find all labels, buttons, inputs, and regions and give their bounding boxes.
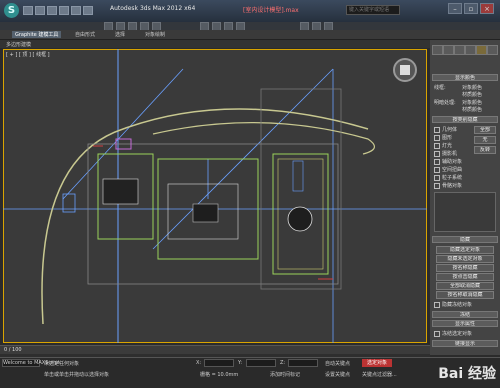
- viewport-drawing: [3, 49, 427, 343]
- main-toolbar: [0, 22, 500, 30]
- z-coordinate-field[interactable]: [288, 359, 318, 367]
- save-file-icon[interactable]: [47, 6, 57, 15]
- auto-key-selected[interactable]: 选定对象: [362, 359, 392, 367]
- frame-counter[interactable]: 0 / 100: [4, 347, 22, 353]
- wireframe-material-color[interactable]: 材质颜色: [462, 91, 482, 98]
- status-hint: 单击或单击并拖动以选择对象: [44, 372, 110, 378]
- rollout-display-color[interactable]: 显示颜色: [432, 74, 498, 81]
- search-input[interactable]: [346, 5, 400, 15]
- category-helpers[interactable]: 辅助对象: [434, 158, 462, 165]
- key-filters-button[interactable]: 关键点过滤器...: [362, 371, 397, 378]
- auto-key-label: 自动关键点: [325, 361, 351, 367]
- display-prop-option[interactable]: 冻结选定对象: [434, 330, 472, 337]
- redo-icon[interactable]: [71, 6, 81, 15]
- view-cube-icon[interactable]: [393, 58, 417, 82]
- hide-selected-button[interactable]: 隐藏选定对象: [436, 246, 494, 254]
- modify-icon[interactable]: [443, 45, 454, 55]
- tab-selection[interactable]: 选择: [115, 31, 125, 38]
- undo-icon[interactable]: [59, 6, 69, 15]
- view-cube-face[interactable]: [400, 65, 410, 75]
- rollout-hide-by-category[interactable]: 按类别隐藏: [432, 116, 498, 123]
- app-title: Autodesk 3ds Max 2012 x64: [110, 5, 196, 12]
- sofa: [102, 178, 139, 205]
- dining-table: [287, 206, 313, 232]
- category-shapes[interactable]: 图形: [434, 134, 452, 141]
- document-title: [室内设计模型].max: [243, 7, 299, 14]
- wireframe-label: 线框:: [434, 85, 446, 91]
- ribbon-sub-label[interactable]: 多边形建模: [6, 41, 31, 48]
- hold-icon[interactable]: [83, 6, 93, 15]
- hide-by-name-button[interactable]: 按名称隐藏: [436, 264, 494, 272]
- rollout-display-props[interactable]: 显示属性: [432, 320, 498, 327]
- hide-by-hit-button[interactable]: 按点击隐藏: [436, 273, 494, 281]
- hide-unselected-button[interactable]: 隐藏未选定对象: [436, 255, 494, 263]
- set-key-label[interactable]: 设置关键点: [325, 371, 350, 378]
- category-particle-systems[interactable]: 粒子系统: [434, 174, 462, 181]
- tab-freeform[interactable]: 自由形式: [75, 31, 95, 38]
- utilities-icon[interactable]: [487, 45, 498, 55]
- shaded-object-color[interactable]: 对象颜色: [462, 99, 482, 106]
- y-coordinate-field[interactable]: [246, 359, 276, 367]
- unhide-by-name-button[interactable]: 按名称取消隐藏: [436, 291, 494, 299]
- time-slider[interactable]: [0, 346, 430, 354]
- category-cameras[interactable]: 摄影机: [434, 150, 457, 157]
- shaded-material-color[interactable]: 材质颜色: [462, 106, 482, 113]
- y-label: Y:: [238, 360, 243, 366]
- hierarchy-icon[interactable]: [454, 45, 465, 55]
- unhide-all-button[interactable]: 全部取消隐藏: [436, 282, 494, 290]
- open-file-icon[interactable]: [35, 6, 45, 15]
- z-label: Z:: [280, 360, 286, 366]
- grid-size: 栅格 = 10.0mm: [200, 372, 239, 378]
- category-geometry[interactable]: 几何体: [434, 126, 457, 133]
- new-file-icon[interactable]: [23, 6, 33, 15]
- x-label: X:: [196, 360, 202, 366]
- motion-icon[interactable]: [465, 45, 476, 55]
- app-logo-icon[interactable]: S: [4, 3, 19, 18]
- category-lights[interactable]: 灯光: [434, 142, 452, 149]
- wireframe-object-color[interactable]: 对象颜色: [462, 84, 482, 91]
- category-all-button[interactable]: 全部: [474, 126, 496, 134]
- x-coordinate-field[interactable]: [204, 359, 234, 367]
- tab-object-paint[interactable]: 对象绘制: [145, 31, 165, 38]
- category-none-button[interactable]: 无: [474, 136, 496, 144]
- create-icon[interactable]: [432, 45, 443, 55]
- category-space-warps[interactable]: 空间扭曲: [434, 166, 462, 173]
- hide-frozen-checkbox[interactable]: 隐藏冻结对象: [434, 301, 472, 308]
- minimize-icon[interactable]: –: [448, 3, 462, 14]
- rollout-hide[interactable]: 隐藏: [432, 236, 498, 243]
- category-bones[interactable]: 骨骼对象: [434, 182, 462, 189]
- rollout-freeze[interactable]: 冻结: [432, 311, 498, 318]
- close-icon[interactable]: ×: [480, 3, 494, 14]
- restore-icon[interactable]: ▫: [464, 3, 478, 14]
- rollout-link-display[interactable]: 链接显示: [432, 340, 498, 347]
- light-object: [292, 160, 304, 192]
- display-icon[interactable]: [476, 45, 487, 55]
- coffee-table: [192, 203, 219, 223]
- category-list[interactable]: [434, 192, 496, 232]
- status-prompt: 未选定任何对象: [44, 361, 80, 367]
- shaded-label: 明暗处理:: [434, 100, 456, 106]
- add-time-tag[interactable]: 添加时间标记: [270, 371, 300, 378]
- category-invert-button[interactable]: 反转: [474, 146, 496, 154]
- ribbon-panel: [0, 40, 430, 48]
- watermark: Bai 经验: [438, 366, 496, 382]
- tab-graphite-modeling[interactable]: Graphite 建模工具: [12, 31, 62, 38]
